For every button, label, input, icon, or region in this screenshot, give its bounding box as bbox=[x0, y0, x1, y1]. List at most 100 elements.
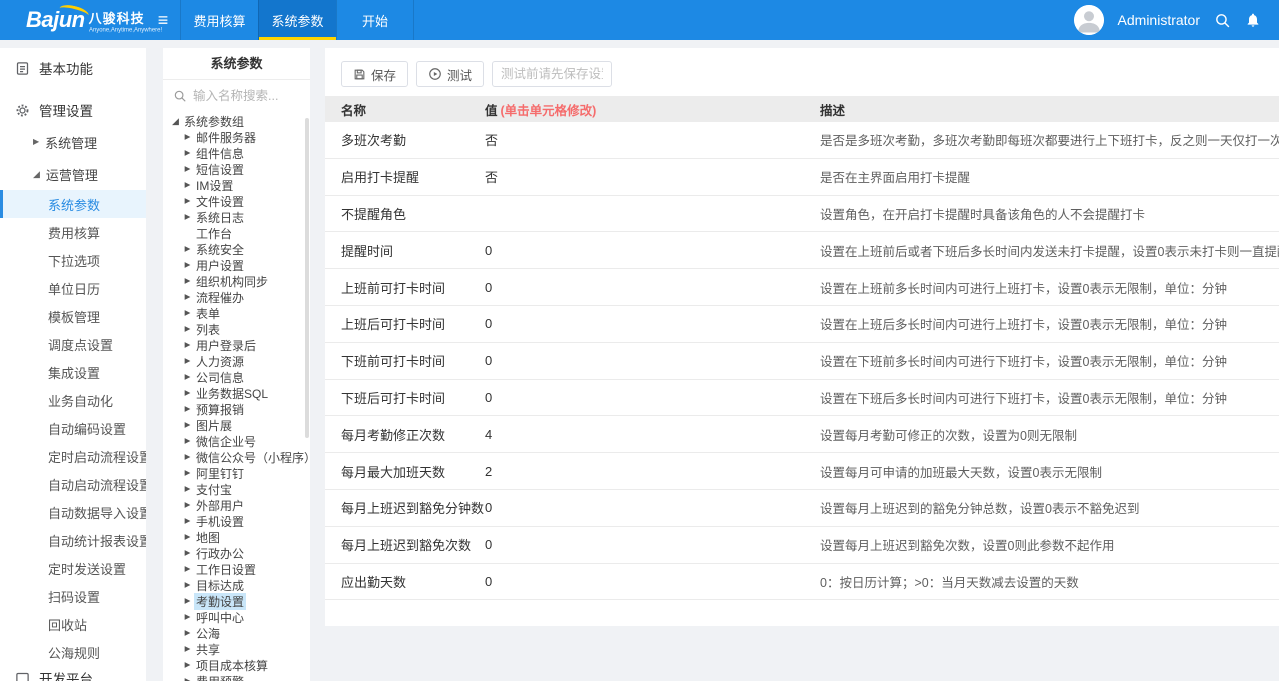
sidebar-group-operations-mgmt[interactable]: ◢ 运营管理 bbox=[0, 158, 146, 190]
sidebar-item[interactable]: 系统参数 bbox=[0, 190, 146, 218]
tree-node[interactable]: ▶ 系统日志 bbox=[169, 209, 310, 225]
tree-node[interactable]: ▶ 共享 bbox=[169, 641, 310, 657]
tree-node[interactable]: ▶ 用户登录后 bbox=[169, 337, 310, 353]
tree-node[interactable]: ▶ 呼叫中心 bbox=[169, 609, 310, 625]
sidebar-item[interactable]: 模板管理 bbox=[0, 302, 146, 330]
tree-node[interactable]: ▶ 费用预警 bbox=[169, 673, 310, 681]
param-value[interactable]: 否 bbox=[485, 167, 820, 186]
param-value[interactable]: 0 bbox=[485, 390, 820, 405]
sidebar-item[interactable]: 自动启动流程设置 bbox=[0, 470, 146, 498]
sidebar-item[interactable]: 单位日历 bbox=[0, 274, 146, 302]
param-value[interactable]: 0 bbox=[485, 574, 820, 589]
tree-node[interactable]: ▶ 微信公众号（小程序） bbox=[169, 449, 310, 465]
param-value[interactable]: 0 bbox=[485, 353, 820, 368]
tree-node[interactable]: ▶ 公海 bbox=[169, 625, 310, 641]
bell-icon[interactable] bbox=[1245, 12, 1261, 28]
tree-node[interactable]: ▶ 表单 bbox=[169, 305, 310, 321]
param-desc: 设置在上班前后或者下班后多长时间内发送未打卡提醒，设置0表示未打卡则一直提醒，单… bbox=[820, 241, 1279, 260]
tree-node[interactable]: ▶ 项目成本核算 bbox=[169, 657, 310, 673]
sidebar-item[interactable]: 费用核算 bbox=[0, 218, 146, 246]
tab-cost-accounting[interactable]: 费用核算 bbox=[180, 0, 258, 40]
toolbar: 保存 测试 bbox=[325, 48, 1279, 96]
tree-search bbox=[163, 80, 310, 111]
sidebar-item[interactable]: 自动数据导入设置 bbox=[0, 498, 146, 526]
test-hint-input[interactable] bbox=[492, 61, 612, 87]
sidebar-section-admin[interactable]: 管理设置 bbox=[0, 94, 146, 126]
tree-root[interactable]: ◢ 系统参数组 bbox=[169, 113, 310, 129]
tree-node[interactable]: ▶ 图片展 bbox=[169, 417, 310, 433]
sidebar-item[interactable]: 集成设置 bbox=[0, 358, 146, 386]
sidebar-item-dev-platform[interactable]: 开发平台 bbox=[0, 663, 93, 681]
sidebar-item[interactable]: 公海规则 bbox=[0, 638, 146, 666]
param-value[interactable]: 0 bbox=[485, 243, 820, 258]
tab-start[interactable]: 开始 bbox=[336, 0, 414, 40]
tree-node[interactable]: ▶ 列表 bbox=[169, 321, 310, 337]
tree-node-label: 项目成本核算 bbox=[194, 657, 270, 674]
tree-node[interactable]: ▶ 手机设置 bbox=[169, 513, 310, 529]
test-button[interactable]: 测试 bbox=[416, 61, 484, 87]
tree-node[interactable]: 工作台 bbox=[169, 225, 310, 241]
tree-node[interactable]: ▶ 阿里钉钉 bbox=[169, 465, 310, 481]
tree-node[interactable]: ▶ 人力资源 bbox=[169, 353, 310, 369]
tree-node[interactable]: ▶ IM设置 bbox=[169, 177, 310, 193]
tab-system-params[interactable]: 系统参数 bbox=[258, 0, 336, 40]
tree-node-label: 系统安全 bbox=[194, 241, 246, 258]
tree-node[interactable]: ▶ 微信企业号 bbox=[169, 433, 310, 449]
tree-node[interactable]: ▶ 预算报销 bbox=[169, 401, 310, 417]
tree-node[interactable]: ▶ 公司信息 bbox=[169, 369, 310, 385]
sidebar-item[interactable]: 下拉选项 bbox=[0, 246, 146, 274]
sidebar-item[interactable]: 业务自动化 bbox=[0, 386, 146, 414]
table-row: 应出勤天数 0 0：按日历计算；>0：当月天数减去设置的天数 bbox=[325, 564, 1279, 601]
sidebar-section-basic[interactable]: 基本功能 bbox=[0, 52, 146, 84]
param-value[interactable]: 0 bbox=[485, 500, 820, 515]
tree-node[interactable]: ▶ 用户设置 bbox=[169, 257, 310, 273]
sidebar-item[interactable]: 定时启动流程设置 bbox=[0, 442, 146, 470]
param-name: 下班前可打卡时间 bbox=[325, 351, 485, 370]
param-value[interactable]: 2 bbox=[485, 464, 820, 479]
param-name: 提醒时间 bbox=[325, 241, 485, 260]
param-name: 不提醒角色 bbox=[325, 204, 485, 223]
param-value[interactable]: 0 bbox=[485, 316, 820, 331]
sidebar-item[interactable]: 回收站 bbox=[0, 610, 146, 638]
caret-right-icon: ▶ bbox=[181, 501, 194, 509]
tree-node[interactable]: ▶ 流程催办 bbox=[169, 289, 310, 305]
avatar[interactable] bbox=[1074, 5, 1104, 35]
param-value[interactable]: 0 bbox=[485, 280, 820, 295]
tree-node[interactable]: ▶ 支付宝 bbox=[169, 481, 310, 497]
tree-node[interactable]: ▶ 系统安全 bbox=[169, 241, 310, 257]
caret-right-icon: ▶ bbox=[181, 181, 194, 189]
param-desc: 0：按日历计算；>0：当月天数减去设置的天数 bbox=[820, 572, 1279, 591]
tree-scrollbar[interactable] bbox=[305, 118, 309, 438]
tree-node[interactable]: ▶ 文件设置 bbox=[169, 193, 310, 209]
menu-toggle-icon[interactable]: ≡ bbox=[146, 0, 180, 40]
save-button[interactable]: 保存 bbox=[341, 61, 408, 87]
sidebar-item[interactable]: 自动统计报表设置 bbox=[0, 526, 146, 554]
tree-node[interactable]: ▶ 邮件服务器 bbox=[169, 129, 310, 145]
param-group-panel: 系统参数 ◢ 系统参数组 ▶ 邮件服务器 ▶ 组件信息 ▶ 短信设置 ▶ IM设… bbox=[163, 48, 310, 681]
tree-node[interactable]: ▶ 业务数据SQL bbox=[169, 385, 310, 401]
tree-node[interactable]: ▶ 组件信息 bbox=[169, 145, 310, 161]
sidebar-item[interactable]: 扫码设置 bbox=[0, 582, 146, 610]
tree-node[interactable]: ▶ 行政办公 bbox=[169, 545, 310, 561]
search-icon[interactable] bbox=[1214, 12, 1231, 29]
tree-search-input[interactable] bbox=[193, 89, 293, 103]
tree-node[interactable]: ▶ 工作日设置 bbox=[169, 561, 310, 577]
param-value[interactable]: 4 bbox=[485, 427, 820, 442]
tree-node[interactable]: ▶ 考勤设置 bbox=[169, 593, 310, 609]
user-name[interactable]: Administrator bbox=[1118, 12, 1200, 28]
param-value[interactable]: 否 bbox=[485, 130, 820, 149]
sidebar-item[interactable]: 调度点设置 bbox=[0, 330, 146, 358]
tree-node[interactable]: ▶ 地图 bbox=[169, 529, 310, 545]
tree-node[interactable]: ▶ 短信设置 bbox=[169, 161, 310, 177]
tree-node[interactable]: ▶ 目标达成 bbox=[169, 577, 310, 593]
tree-node-label: 流程催办 bbox=[194, 289, 246, 306]
tree-node-label: 用户登录后 bbox=[194, 337, 258, 354]
tree-node-label: 微信企业号 bbox=[194, 433, 258, 450]
sidebar-item[interactable]: 自动编码设置 bbox=[0, 414, 146, 442]
tree-node-label: 公海 bbox=[194, 625, 222, 642]
tree-node[interactable]: ▶ 外部用户 bbox=[169, 497, 310, 513]
sidebar-item[interactable]: 定时发送设置 bbox=[0, 554, 146, 582]
param-value[interactable]: 0 bbox=[485, 537, 820, 552]
sidebar-group-system-mgmt[interactable]: ▶ 系统管理 bbox=[0, 126, 146, 158]
tree-node[interactable]: ▶ 组织机构同步 bbox=[169, 273, 310, 289]
